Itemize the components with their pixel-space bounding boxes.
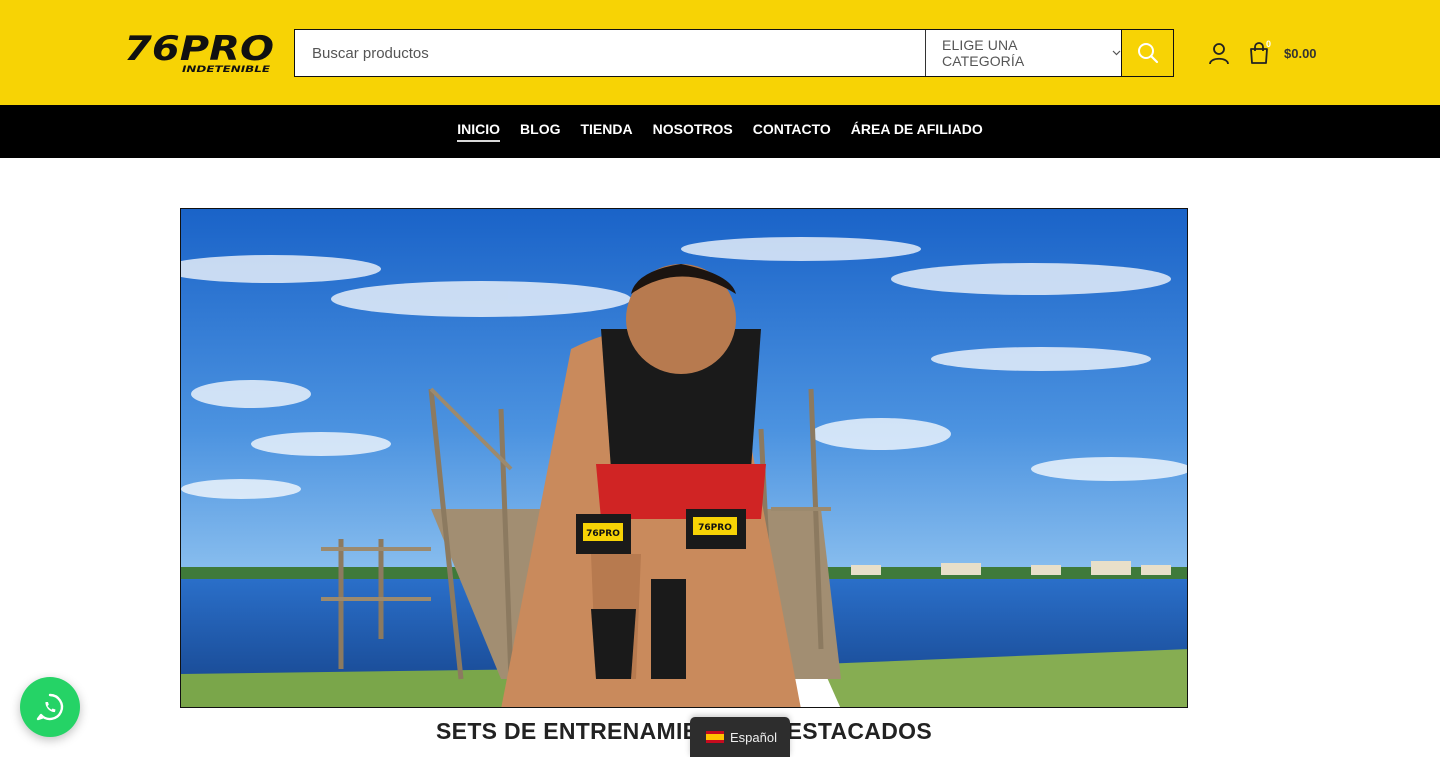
nav-item-afiliado[interactable]: ÁREA DE AFILIADO [851,121,983,142]
whatsapp-button[interactable] [20,677,80,737]
cart-count-badge: 0 [1266,39,1272,49]
hero-image[interactable]: 76PRO 76PRO [180,208,1188,708]
logo-text: 76PRO [124,30,274,69]
shopping-bag-icon: 0 [1248,39,1272,65]
site-logo[interactable]: 76PRO INDETENIBLE [122,30,277,76]
category-select[interactable]: ELIGE UNA CATEGORÍA [925,30,1121,76]
chevron-down-icon [1112,50,1121,56]
logo-subtext: INDETENIBLE [182,65,271,75]
language-label: Español [730,729,777,745]
band-label-right: 76PRO [698,523,732,533]
whatsapp-icon [36,693,64,721]
nav-item-nosotros[interactable]: NOSOTROS [653,121,733,142]
search-form: ELIGE UNA CATEGORÍA [294,29,1174,77]
category-select-label: ELIGE UNA CATEGORÍA [942,37,1025,69]
hero-photo: 76PRO 76PRO [181,209,1187,707]
nav-item-tienda[interactable]: TIENDA [580,121,632,142]
section-title: SETS DE ENTRENAMIENTOS DESTACADOS [436,718,932,744]
search-button[interactable] [1121,30,1173,76]
user-icon[interactable] [1207,41,1231,65]
main-nav: INICIO BLOG TIENDA NOSOTROS CONTACTO ÁRE… [0,105,1440,158]
nav-item-inicio[interactable]: INICIO [457,121,501,142]
cart-button[interactable]: 0 $0.00 [1248,39,1317,66]
nav-item-blog[interactable]: BLOG [520,121,560,142]
spain-flag-icon [706,731,724,743]
nav-item-contacto[interactable]: CONTACTO [753,121,831,142]
search-input[interactable] [295,30,925,76]
band-label-left: 76PRO [586,529,620,539]
site-header: 76PRO INDETENIBLE ELIGE UNA CATEGORÍA [0,0,1440,105]
cart-total: $0.00 [1284,45,1317,61]
language-switcher[interactable]: Español [690,717,790,757]
search-icon [1137,43,1158,64]
